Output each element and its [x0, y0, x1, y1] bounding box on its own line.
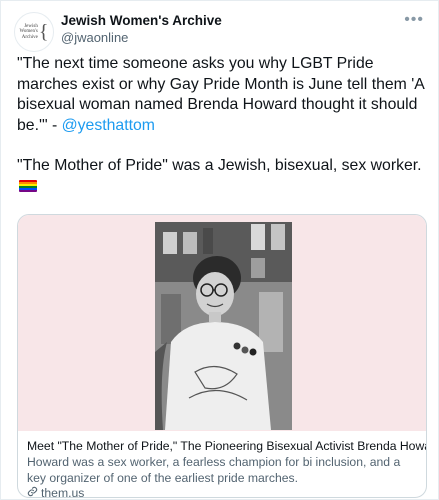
- link-description: Howard was a sex worker, a fearless cham…: [27, 455, 401, 485]
- mention-link[interactable]: @yesthattom: [62, 117, 155, 134]
- tweet-statement: "The Mother of Pride" was a Jewish, bise…: [17, 157, 422, 174]
- logo-brace-icon: {: [38, 21, 49, 43]
- link-preview-media[interactable]: [18, 215, 426, 431]
- avatar[interactable]: Jewish Women's Archive {: [14, 12, 54, 52]
- tweet-card: Jewish Women's Archive { Jewish Women's …: [0, 0, 439, 500]
- tweet-text: "The next time someone asks you why LGBT…: [17, 54, 427, 197]
- account-handle[interactable]: @jwaonline: [61, 30, 128, 45]
- tweet-paragraph-2: "The Mother of Pride" was a Jewish, bise…: [17, 156, 427, 197]
- link-domain: them.us: [41, 486, 85, 498]
- more-dots-icon[interactable]: •••: [404, 11, 424, 29]
- link-icon: [27, 486, 38, 497]
- link-domain-row[interactable]: them.us: [27, 486, 85, 498]
- tweet-paragraph-1: "The next time someone asks you why LGBT…: [17, 54, 427, 136]
- link-preview-card[interactable]: Meet "The Mother of Pride," The Pioneeri…: [17, 214, 427, 498]
- link-title[interactable]: Meet "The Mother of Pride," The Pioneeri…: [27, 439, 426, 453]
- account-name[interactable]: Jewish Women's Archive: [61, 13, 222, 28]
- rainbow-flag-icon: [19, 179, 37, 192]
- brenda-howard-photo: [155, 222, 292, 430]
- avatar-logo-text: Jewish Women's Archive: [19, 23, 38, 40]
